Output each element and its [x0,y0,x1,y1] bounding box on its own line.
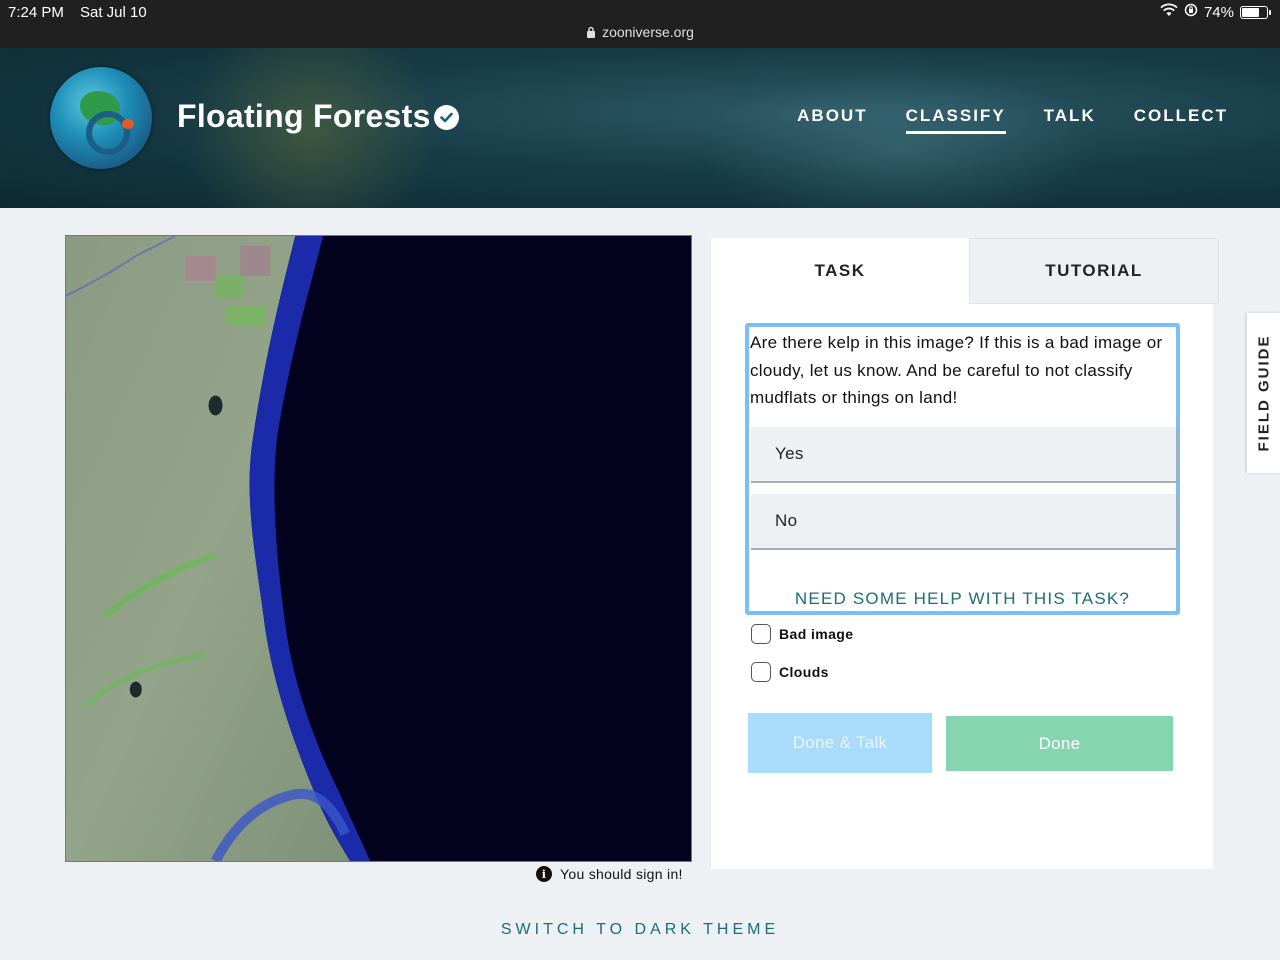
url-text: zooniverse.org [602,24,694,40]
field-guide-tab[interactable]: FIELD GUIDE [1247,313,1280,473]
question-box: Are there kelp in this image? If this is… [745,323,1180,615]
battery-icon [1240,5,1271,19]
clouds-checkbox-row[interactable]: Clouds [751,662,829,682]
project-logo[interactable] [50,67,152,169]
status-bar: 7:24 PM Sat Jul 10 zooniverse.org 74% [0,0,1280,48]
wifi-icon [1160,3,1178,21]
sign-in-note: i You should sign in! [536,866,683,882]
answer-yes-button[interactable]: Yes [751,427,1178,483]
task-panel: TASK TUTORIAL Are there kelp in this ima… [711,238,1219,869]
status-time: 7:24 PM [8,4,64,21]
lock-icon [586,25,596,41]
clouds-label: Clouds [779,664,829,680]
battery-fill [1242,7,1260,17]
clouds-checkbox[interactable] [751,662,771,682]
battery-percent: 74% [1203,3,1234,21]
tab-task[interactable]: TASK [711,238,969,304]
site-header: Floating Forests ABOUT CLASSIFY TALK COL… [0,48,1280,208]
field-guide-label: FIELD GUIDE [1255,334,1272,452]
sign-in-text: You should sign in! [560,866,683,882]
nav-collect[interactable]: COLLECT [1134,106,1228,134]
nav-about[interactable]: ABOUT [797,106,867,134]
bad-image-label: Bad image [779,626,854,642]
done-and-talk-button[interactable]: Done & Talk [748,713,932,773]
status-date: Sat Jul 10 [80,4,147,21]
answer-no-button[interactable]: No [751,494,1178,550]
verified-badge-icon [434,105,459,130]
orientation-lock-icon [1184,3,1198,21]
question-text: Are there kelp in this image? If this is… [750,333,1163,407]
info-icon: i [536,866,552,882]
url-bar[interactable]: zooniverse.org [0,24,1280,41]
nav-talk[interactable]: TALK [1044,106,1096,134]
project-title[interactable]: Floating Forests [177,98,431,135]
project-nav: ABOUT CLASSIFY TALK COLLECT [797,106,1228,134]
satellite-image [66,236,371,861]
task-help-link[interactable]: NEED SOME HELP WITH THIS TASK? [749,589,1176,609]
bad-image-checkbox[interactable] [751,624,771,644]
nav-classify[interactable]: CLASSIFY [905,106,1006,134]
switch-dark-theme-link[interactable]: SWITCH TO DARK THEME [0,921,1280,939]
bad-image-checkbox-row[interactable]: Bad image [751,624,853,644]
done-button[interactable]: Done [946,716,1173,771]
status-icons: 74% [1160,3,1271,21]
tab-tutorial[interactable]: TUTORIAL [969,238,1219,304]
subject-image[interactable] [65,235,692,862]
